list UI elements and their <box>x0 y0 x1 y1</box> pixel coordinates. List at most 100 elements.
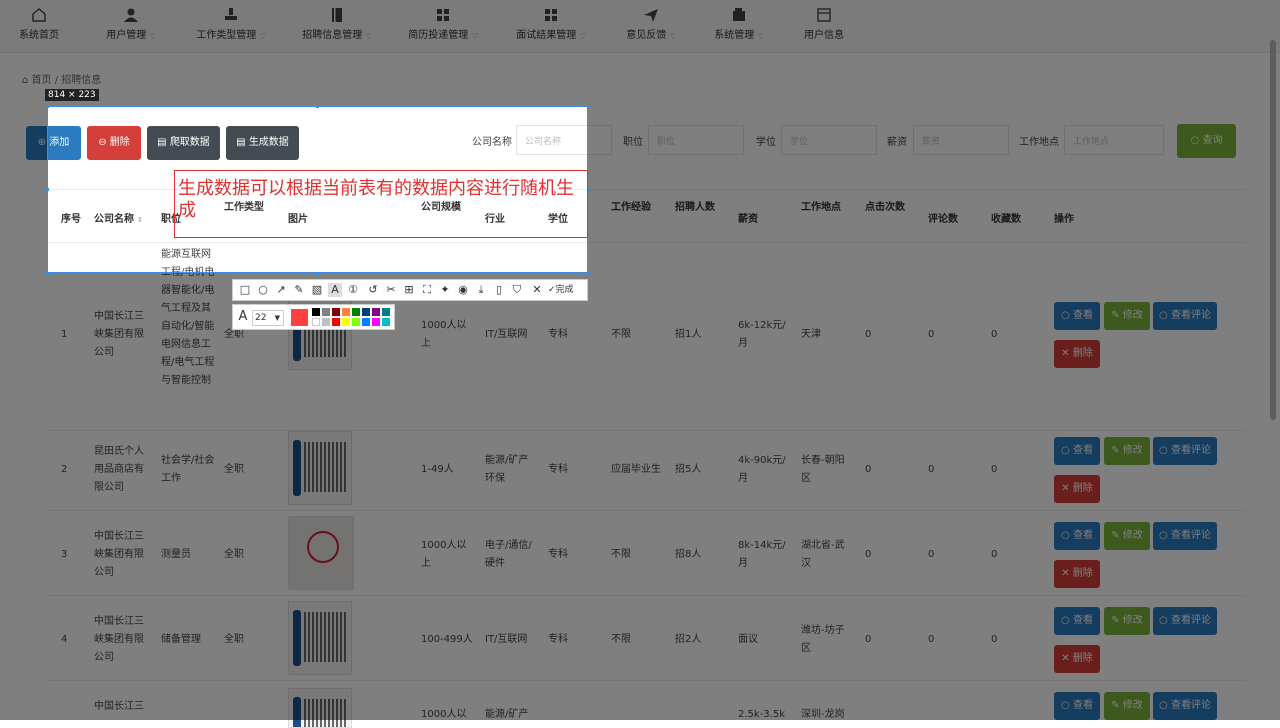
position-filter-input[interactable]: 职位 <box>648 125 744 155</box>
generate-data-button[interactable]: ▤ 生成数据 <box>226 126 299 160</box>
translate-icon[interactable]: ⊞ <box>402 283 416 297</box>
view-button[interactable]: ○ 查看 <box>1054 522 1100 550</box>
header-clicks[interactable]: 点击次数 <box>865 198 905 213</box>
active-color-swatch[interactable] <box>291 309 308 326</box>
cell-location: 深圳-龙岗 <box>801 709 845 720</box>
nav-item-interviews[interactable]: 面试结果管理 ▽ <box>516 0 586 52</box>
edit-button[interactable]: ✎ 修改 <box>1104 522 1150 550</box>
delete-button[interactable]: ⊖ 删除 <box>87 126 141 160</box>
generate-label: 生成数据 <box>248 137 289 148</box>
phone-icon[interactable]: ▯ <box>492 283 506 297</box>
resize-handle[interactable] <box>587 105 590 108</box>
resize-handle[interactable] <box>316 105 319 108</box>
edit-icon: ✎ <box>1111 700 1123 711</box>
crawl-data-button[interactable]: ▤ 爬取数据 <box>147 126 220 160</box>
resize-handle[interactable] <box>46 272 49 275</box>
mosaic-tool-icon[interactable]: ▧ <box>310 283 324 297</box>
nav-item-users[interactable]: 用户管理 ▽ <box>104 0 158 52</box>
ellipse-tool-icon[interactable]: ○ <box>256 283 270 297</box>
nav-item-feedback[interactable]: 意见反馈 ▽ <box>624 0 678 52</box>
nav-item-resumes[interactable]: 简历投递管理 ▽ <box>408 0 478 52</box>
arrow-tool-icon[interactable]: ↗ <box>274 283 288 297</box>
nav-item-recruitment[interactable]: 招聘信息管理 ▽ <box>302 0 372 52</box>
header-location[interactable]: 工作地点 <box>801 198 841 213</box>
color-swatch[interactable] <box>372 318 380 326</box>
view-comments-button[interactable]: ○ 查看评论 <box>1153 302 1217 330</box>
search-button[interactable]: ○ 查询 <box>1177 124 1236 158</box>
view-button[interactable]: ○ 查看 <box>1054 437 1100 465</box>
nav-item-home[interactable]: 系统首页 <box>14 0 64 52</box>
capture-size-label: 814 × 223 <box>45 89 99 101</box>
undo-icon[interactable]: ↺ <box>366 283 380 297</box>
rectangle-tool-icon[interactable]: □ <box>238 283 252 297</box>
color-swatch[interactable] <box>342 318 350 326</box>
header-salary[interactable]: 薪资 <box>738 210 758 225</box>
degree-filter-input[interactable]: 学位 <box>781 125 877 155</box>
resize-handle[interactable] <box>316 272 319 275</box>
color-swatch[interactable] <box>352 308 360 316</box>
color-swatch[interactable] <box>362 318 370 326</box>
color-swatch[interactable] <box>322 308 330 316</box>
resize-handle[interactable] <box>587 272 590 275</box>
color-swatch[interactable] <box>312 308 320 316</box>
annotation-text[interactable]: 生成数据可以根据当前表有的数据内容进行随机生成 <box>178 178 583 222</box>
color-swatch[interactable] <box>352 318 360 326</box>
record-icon[interactable]: ◉ <box>456 283 470 297</box>
delete-row-button[interactable]: ✕ 删除 <box>1054 560 1100 588</box>
header-hires[interactable]: 招聘人数 <box>675 198 715 213</box>
delete-row-button[interactable]: ✕ 删除 <box>1054 475 1100 503</box>
database-icon: ▤ <box>236 137 249 148</box>
add-button[interactable]: ⊕ 添加 <box>48 126 81 160</box>
color-swatch[interactable] <box>332 318 340 326</box>
done-button[interactable]: ✓完成 <box>548 283 584 297</box>
header-company[interactable]: 公司名称⇕ <box>94 210 143 225</box>
resize-handle[interactable] <box>46 105 49 108</box>
pen-tool-icon[interactable]: ✎ <box>292 283 306 297</box>
salary-filter-input[interactable]: 薪资 <box>913 125 1009 155</box>
top-nav: 系统首页 用户管理 ▽ 工作类型管理 ▽ 招聘信息管理 ▽ 简历投递管理 ▽ 面试结果管… <box>0 0 1280 53</box>
header-favs[interactable]: 收藏数 <box>991 210 1021 225</box>
text-tool-icon[interactable]: A <box>328 283 342 297</box>
nav-item-jobtypes[interactable]: 工作类型管理 ▽ <box>196 0 266 52</box>
color-swatch[interactable] <box>362 308 370 316</box>
color-swatch[interactable] <box>382 318 390 326</box>
resize-handle[interactable] <box>46 188 49 191</box>
edit-button[interactable]: ✎ 修改 <box>1104 437 1150 465</box>
scissors-icon[interactable]: ✂ <box>384 283 398 297</box>
delete-row-button[interactable]: ✕ 删除 <box>1054 340 1100 368</box>
close-icon[interactable]: ✕ <box>530 283 544 297</box>
view-button[interactable]: ○ 查看 <box>1054 607 1100 635</box>
color-swatch[interactable] <box>312 318 320 326</box>
nav-item-profile[interactable]: 用户信息 <box>800 0 848 52</box>
chevron-down-icon: ▽ <box>670 32 676 40</box>
bookmark-icon[interactable]: ⛉ <box>510 283 524 297</box>
breadcrumb-home[interactable]: 首页 <box>32 75 52 86</box>
color-swatch[interactable] <box>382 308 390 316</box>
company-filter-input[interactable]: 公司名称 <box>516 125 587 155</box>
view-comments-button[interactable]: ○ 查看评论 <box>1153 437 1217 465</box>
color-swatch[interactable] <box>322 318 330 326</box>
color-swatch[interactable] <box>372 308 380 316</box>
color-swatch[interactable] <box>332 308 340 316</box>
number-tool-icon[interactable]: ① <box>346 283 360 297</box>
view-comments-button[interactable]: ○ 查看评论 <box>1153 692 1217 720</box>
edit-button[interactable]: ✎ 修改 <box>1104 607 1150 635</box>
nav-item-system[interactable]: 系统管理 ▽ <box>712 0 766 52</box>
edit-button[interactable]: ✎ 修改 <box>1104 692 1150 720</box>
font-size-select[interactable]: 22 ▼ <box>252 310 284 326</box>
view-button[interactable]: ○ 查看 <box>1054 692 1100 720</box>
location-filter-input[interactable]: 工作地点 <box>1064 125 1164 155</box>
header-experience[interactable]: 工作经验 <box>611 198 651 213</box>
view-button[interactable]: ○ 查看 <box>1054 302 1100 330</box>
view-comments-button[interactable]: ○ 查看评论 <box>1153 607 1217 635</box>
download-icon[interactable]: ⤓ <box>474 283 488 297</box>
expand-icon[interactable]: ⛶ <box>420 283 434 297</box>
color-swatch[interactable] <box>342 308 350 316</box>
pin-icon[interactable]: ✦ <box>438 283 452 297</box>
cell-scale: 1000人以上 <box>421 320 467 349</box>
scrollbar-thumb[interactable] <box>1270 40 1276 420</box>
view-comments-button[interactable]: ○ 查看评论 <box>1153 522 1217 550</box>
header-comments[interactable]: 评论数 <box>928 210 958 225</box>
delete-row-button[interactable]: ✕ 删除 <box>1054 645 1100 673</box>
edit-button[interactable]: ✎ 修改 <box>1104 302 1150 330</box>
